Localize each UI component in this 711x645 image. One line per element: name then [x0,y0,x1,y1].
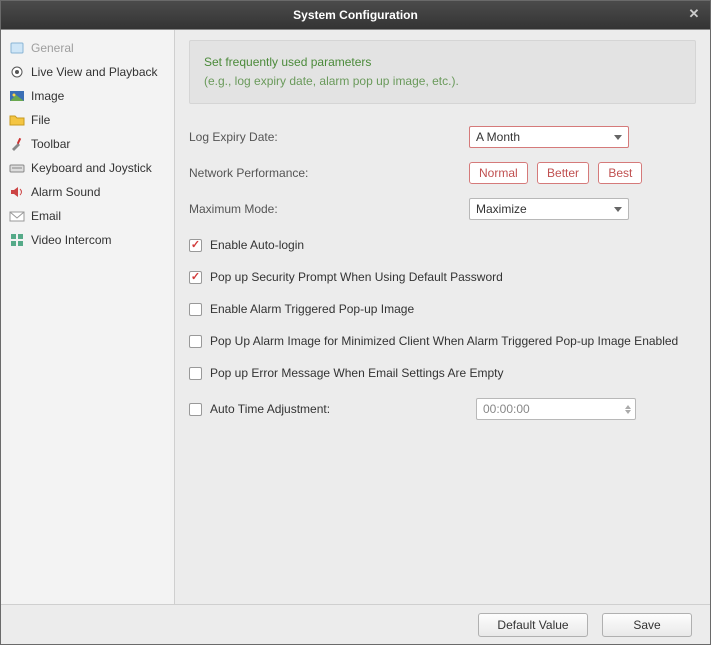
checkbox-auto-time[interactable] [189,403,202,416]
label-email-error: Pop up Error Message When Email Settings… [210,366,503,380]
spinner-arrows [625,405,631,414]
row-auto-login: Enable Auto-login [189,238,696,252]
save-button[interactable]: Save [602,613,692,637]
sidebar-item-keyboard[interactable]: Keyboard and Joystick [1,156,174,180]
select-value: A Month [476,130,520,144]
sidebar-item-toolbar[interactable]: Toolbar [1,132,174,156]
chevron-down-icon [614,207,622,212]
folder-icon [9,112,25,128]
label-network-perf: Network Performance: [189,166,469,180]
sidebar-item-email[interactable]: Email [1,204,174,228]
row-min-client: Pop Up Alarm Image for Minimized Client … [189,334,696,348]
label-log-expiry: Log Expiry Date: [189,130,469,144]
image-icon [9,88,25,104]
general-icon [9,40,25,56]
checkbox-email-error[interactable] [189,367,202,380]
row-security-prompt: Pop up Security Prompt When Using Defaul… [189,270,696,284]
sidebar-item-label: General [31,41,74,55]
sidebar-item-file[interactable]: File [1,108,174,132]
email-icon [9,208,25,224]
chevron-down-icon [614,135,622,140]
select-max-mode[interactable]: Maximize [469,198,629,220]
hint-line2: (e.g., log expiry date, alarm pop up ima… [204,72,681,91]
row-network-perf: Network Performance: Normal Better Best [189,166,696,180]
titlebar: System Configuration ✕ [1,1,710,29]
perf-better-button[interactable]: Better [537,162,589,184]
eye-icon [9,64,25,80]
label-min-client: Pop Up Alarm Image for Minimized Client … [210,334,678,348]
sidebar: General Live View and Playback Image Fil… [1,30,175,604]
system-configuration-window: System Configuration ✕ General Live View… [0,0,711,645]
label-max-mode: Maximum Mode: [189,202,469,216]
window-body: General Live View and Playback Image Fil… [1,29,710,604]
sidebar-item-label: Toolbar [31,137,70,151]
perf-best-button[interactable]: Best [598,162,642,184]
hint-box: Set frequently used parameters (e.g., lo… [189,40,696,104]
sidebar-item-alarm-sound[interactable]: Alarm Sound [1,180,174,204]
row-alarm-popup: Enable Alarm Triggered Pop-up Image [189,302,696,316]
close-icon[interactable]: ✕ [686,6,702,22]
row-email-error: Pop up Error Message When Email Settings… [189,366,696,380]
select-log-expiry[interactable]: A Month [469,126,629,148]
sidebar-item-live-view[interactable]: Live View and Playback [1,60,174,84]
window-title: System Configuration [293,8,418,22]
sidebar-item-label: Video Intercom [31,233,112,247]
row-log-expiry: Log Expiry Date: A Month [189,126,696,148]
checkbox-alarm-popup[interactable] [189,303,202,316]
select-value: Maximize [476,202,527,216]
time-value: 00:00:00 [483,402,530,416]
sidebar-item-general[interactable]: General [1,36,174,60]
sidebar-item-label: Live View and Playback [31,65,158,79]
sidebar-item-label: Image [31,89,64,103]
default-value-button[interactable]: Default Value [478,613,588,637]
sidebar-item-video-intercom[interactable]: Video Intercom [1,228,174,252]
sidebar-item-label: Alarm Sound [31,185,100,199]
network-perf-group: Normal Better Best [469,166,648,180]
sidebar-item-label: File [31,113,50,127]
spin-down-icon[interactable] [625,410,631,414]
speaker-icon [9,184,25,200]
label-auto-login: Enable Auto-login [210,238,304,252]
settings-form: Log Expiry Date: A Month Network Perform… [189,126,696,420]
hint-line1: Set frequently used parameters [204,53,681,72]
spin-up-icon[interactable] [625,405,631,409]
grid-icon [9,232,25,248]
checkbox-auto-login[interactable] [189,239,202,252]
sidebar-item-label: Keyboard and Joystick [31,161,152,175]
main-panel: Set frequently used parameters (e.g., lo… [175,30,710,604]
row-auto-time: Auto Time Adjustment: 00:00:00 [189,398,696,420]
row-max-mode: Maximum Mode: Maximize [189,198,696,220]
sidebar-item-label: Email [31,209,61,223]
label-auto-time: Auto Time Adjustment: [210,402,468,416]
footer: Default Value Save [1,604,710,644]
label-security-prompt: Pop up Security Prompt When Using Defaul… [210,270,503,284]
keyboard-icon [9,160,25,176]
perf-normal-button[interactable]: Normal [469,162,528,184]
label-alarm-popup: Enable Alarm Triggered Pop-up Image [210,302,414,316]
time-spinner[interactable]: 00:00:00 [476,398,636,420]
sidebar-item-image[interactable]: Image [1,84,174,108]
checkbox-min-client[interactable] [189,335,202,348]
tools-icon [9,136,25,152]
checkbox-security-prompt[interactable] [189,271,202,284]
